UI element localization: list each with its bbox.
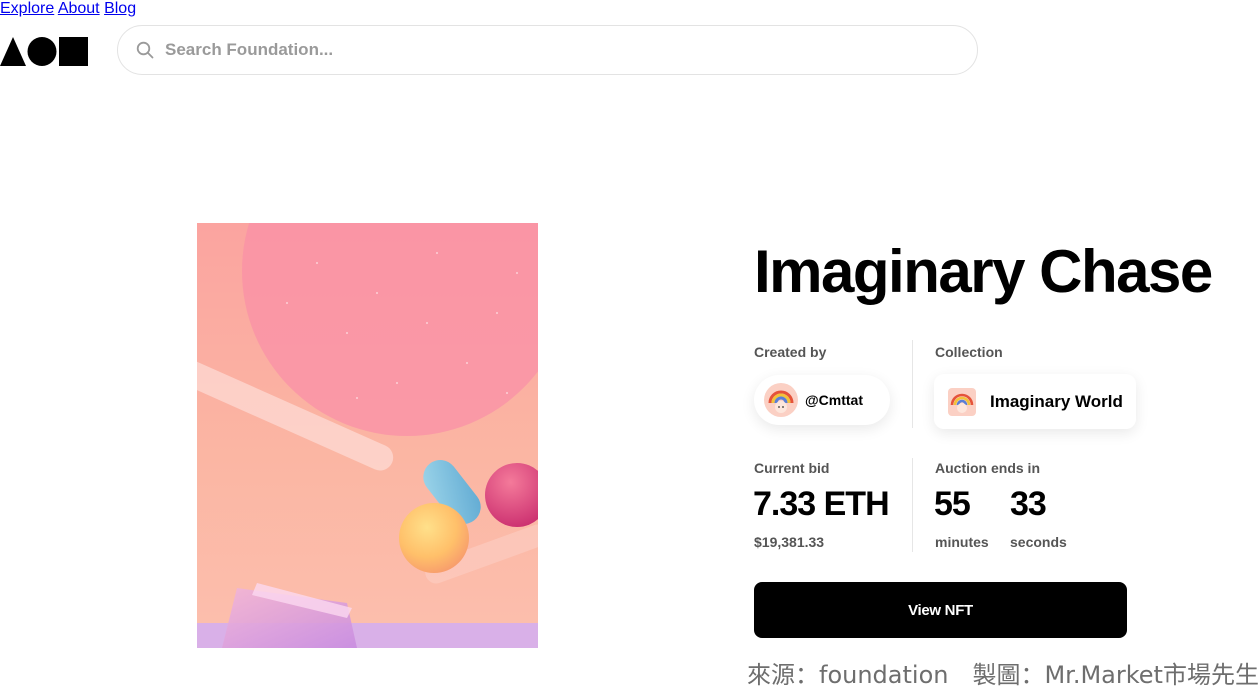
top-nav: Explore About Blog <box>0 0 1260 18</box>
current-bid-value: 7.33 ETH <box>753 485 890 523</box>
logo-shapes-icon <box>0 37 88 66</box>
seconds-label: seconds <box>1010 534 1067 550</box>
seconds-value: 33 <box>1010 485 1047 523</box>
foundation-logo[interactable] <box>0 36 90 68</box>
view-nft-button[interactable]: View NFT <box>754 582 1127 638</box>
search-bar[interactable] <box>117 25 978 75</box>
creator-chip[interactable]: @Cmttat <box>754 375 890 425</box>
nav-about[interactable]: About <box>58 0 100 17</box>
current-bid-label: Current bid <box>754 460 830 476</box>
creator-handle: @Cmttat <box>805 392 863 408</box>
artwork-image <box>197 223 538 648</box>
info-divider <box>912 340 913 428</box>
nft-artwork[interactable] <box>197 223 538 648</box>
auction-ends-label: Auction ends in <box>935 460 1040 476</box>
minutes-label: minutes <box>935 534 989 550</box>
collection-chip[interactable]: Imaginary World <box>934 374 1136 429</box>
collection-label: Collection <box>935 344 1003 360</box>
source-watermark: 來源：foundation 製圖：Mr.Market市場先生 <box>747 661 1259 689</box>
collection-avatar <box>948 387 976 416</box>
minutes-value: 55 <box>934 485 971 523</box>
nav-explore[interactable]: Explore <box>0 0 54 17</box>
creator-avatar <box>764 383 798 417</box>
nav-blog[interactable]: Blog <box>104 0 136 17</box>
nft-title: Imaginary Chase <box>754 238 1213 305</box>
created-by-label: Created by <box>754 344 827 360</box>
bid-divider <box>912 458 913 552</box>
search-input[interactable] <box>163 39 947 61</box>
collection-name: Imaginary World <box>990 391 1123 411</box>
current-bid-usd: $19,381.33 <box>754 534 825 550</box>
search-icon <box>136 41 154 59</box>
